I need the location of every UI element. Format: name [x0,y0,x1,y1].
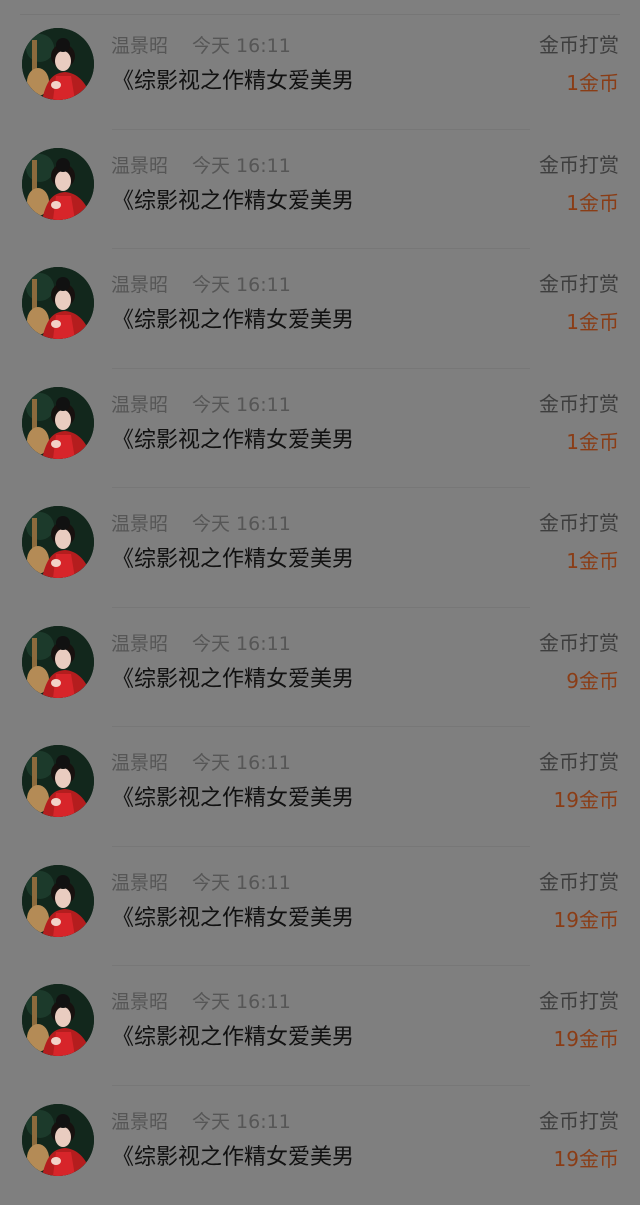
user-name[interactable]: 温景昭 [111,1110,168,1134]
reward-record-row[interactable]: 温景昭 今天 16:11 《综影视之作精女爱美男 金币打赏 9金币 [0,608,640,727]
user-avatar-icon[interactable] [22,386,94,459]
user-name[interactable]: 温景昭 [111,751,168,775]
reward-record-row[interactable]: 温景昭 今天 16:11 《综影视之作精女爱美男 金币打赏 1金币 [0,130,640,249]
user-avatar-icon[interactable] [22,625,94,698]
reward-record-row[interactable]: 温景昭 今天 16:11 《综影视之作精女爱美男 金币打赏 1金币 [0,488,640,608]
user-avatar-icon[interactable] [22,28,94,100]
user-name[interactable]: 温景昭 [111,393,168,417]
reward-type-label: 金币打赏 [539,511,619,535]
user-avatar-icon[interactable] [22,745,94,817]
reward-record-row[interactable]: 温景昭 今天 16:11 《综影视之作精女爱美男 金币打赏 1金币 [0,369,640,488]
reward-type-label: 金币打赏 [539,869,619,894]
user-avatar-icon[interactable] [22,1103,94,1176]
coin-amount: 19金币 [553,788,619,812]
timestamp: 今天 16:11 [192,393,291,416]
timestamp: 今天 16:11 [192,871,291,894]
user-name[interactable]: 温景昭 [111,154,168,178]
book-title[interactable]: 《综影视之作精女爱美男 [112,546,354,574]
reward-record-row[interactable]: 温景昭 今天 16:11 《综影视之作精女爱美男 金币打赏 19金币 [0,966,640,1086]
reward-type-label: 金币打赏 [539,750,619,774]
reward-type-label: 金币打赏 [539,272,619,296]
coin-amount: 1金币 [566,71,619,95]
book-title[interactable]: 《综影视之作精女爱美男 [112,785,354,813]
reward-type-label: 金币打赏 [539,152,619,177]
reward-record-list: 温景昭 今天 16:11 《综影视之作精女爱美男 金币打赏 1金币 温景昭 今天… [0,0,640,1205]
timestamp: 今天 16:11 [192,752,291,774]
user-avatar-icon[interactable] [22,984,94,1056]
reward-type-label: 金币打赏 [539,33,619,57]
reward-record-row[interactable]: 温景昭 今天 16:11 《综影视之作精女爱美男 金币打赏 19金币 [0,847,640,966]
reward-record-row[interactable]: 温景昭 今天 16:11 《综影视之作精女爱美男 金币打赏 19金币 [0,1086,640,1205]
user-avatar-icon[interactable] [22,864,94,937]
coin-amount: 1金币 [566,310,619,334]
timestamp: 今天 16:11 [192,991,291,1013]
user-name[interactable]: 温景昭 [111,512,168,536]
coin-amount: 1金币 [566,190,619,215]
timestamp: 今天 16:11 [192,274,291,296]
user-avatar-icon[interactable] [22,147,94,220]
reward-type-label: 金币打赏 [539,989,619,1013]
book-title[interactable]: 《综影视之作精女爱美男 [112,1024,354,1052]
timestamp: 今天 16:11 [192,1110,291,1133]
reward-type-label: 金币打赏 [539,630,619,655]
coin-amount: 19金币 [553,907,619,932]
user-name[interactable]: 温景昭 [111,990,168,1014]
reward-type-label: 金币打赏 [539,1108,619,1133]
user-name[interactable]: 温景昭 [111,273,168,297]
timestamp: 今天 16:11 [192,513,291,535]
user-name[interactable]: 温景昭 [111,632,168,656]
book-title[interactable]: 《综影视之作精女爱美男 [112,188,354,216]
coin-amount: 19金币 [553,1027,619,1051]
book-title[interactable]: 《综影视之作精女爱美男 [112,1144,354,1172]
coin-amount: 1金币 [566,429,619,454]
user-avatar-icon[interactable] [22,267,94,339]
book-title[interactable]: 《综影视之作精女爱美男 [112,68,354,96]
reward-type-label: 金币打赏 [539,391,619,416]
timestamp: 今天 16:11 [192,632,291,655]
reward-record-row[interactable]: 温景昭 今天 16:11 《综影视之作精女爱美男 金币打赏 19金币 [0,727,640,847]
user-name[interactable]: 温景昭 [111,34,168,58]
book-title[interactable]: 《综影视之作精女爱美男 [112,427,354,455]
timestamp: 今天 16:11 [192,154,291,177]
timestamp: 今天 16:11 [192,35,291,57]
book-title[interactable]: 《综影视之作精女爱美男 [112,307,354,335]
coin-amount: 9金币 [566,668,619,693]
coin-amount: 1金币 [566,549,619,573]
book-title[interactable]: 《综影视之作精女爱美男 [112,666,354,694]
reward-record-row[interactable]: 温景昭 今天 16:11 《综影视之作精女爱美男 金币打赏 1金币 [0,249,640,369]
coin-amount: 19金币 [553,1146,619,1171]
book-title[interactable]: 《综影视之作精女爱美男 [112,905,354,933]
reward-record-row[interactable]: 温景昭 今天 16:11 《综影视之作精女爱美男 金币打赏 1金币 [0,10,640,130]
user-name[interactable]: 温景昭 [111,871,168,895]
user-avatar-icon[interactable] [22,506,94,578]
